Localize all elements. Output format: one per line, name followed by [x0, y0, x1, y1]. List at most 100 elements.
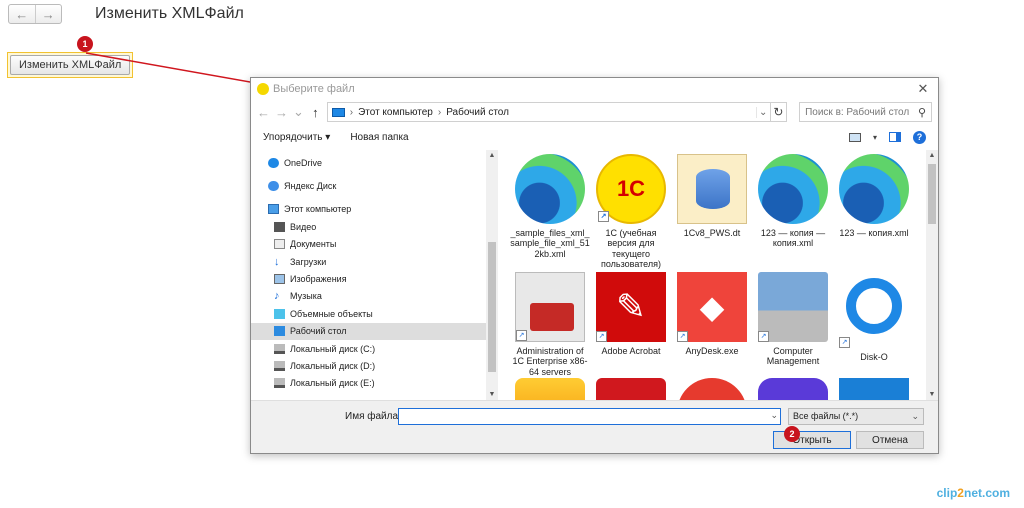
recent-chevron-icon[interactable]: ⌄ [293, 104, 304, 120]
nav-item-downloads[interactable]: ↓ Загрузки [251, 253, 498, 270]
view-chevron-icon[interactable]: ▾ [873, 133, 877, 142]
edge-icon [515, 154, 585, 224]
dialog-title: Выберите файл [273, 83, 355, 95]
file-label: 123 — копия — копия.xml [760, 228, 826, 249]
nav-label: OneDrive [284, 157, 323, 168]
computer-icon [268, 204, 279, 215]
file-label: 1Cv8_PWS.dt [683, 228, 741, 238]
nav-item-3d-objects[interactable]: Объемные объекты [251, 305, 498, 322]
download-arrow-icon: ↓ [274, 255, 280, 268]
nav-item-disk-e[interactable]: Локальный диск (E:) [251, 375, 498, 392]
up-arrow-icon[interactable]: ↑ [310, 105, 321, 120]
change-button-highlight: Изменить XMLФайл [7, 52, 134, 78]
file-label: 123 — копия.xml [839, 228, 909, 238]
nav-label: Локальный диск (E:) [290, 378, 375, 389]
refresh-icon[interactable]: ↻ [770, 102, 788, 122]
file-item[interactable] [591, 378, 671, 400]
nav-label: Объемные объекты [290, 308, 373, 319]
nav-item-pictures[interactable]: Изображения [251, 270, 498, 287]
breadcrumb-separator: › [437, 106, 442, 118]
chevron-down-icon[interactable]: ⌄ [755, 106, 770, 118]
nav-item-video[interactable]: Видео [251, 218, 498, 235]
view-options-icon[interactable] [848, 132, 861, 142]
anydesk-icon: ◆ ↗ [677, 272, 747, 342]
shortcut-arrow-icon: ↗ [758, 331, 769, 342]
nav-label: Рабочий стол [290, 326, 347, 337]
database-file-icon [677, 154, 747, 224]
forward-arrow-icon[interactable]: → [36, 5, 62, 23]
shortcut-arrow-icon: ↗ [516, 330, 527, 341]
breadcrumb-computer[interactable]: Этот компьютер [358, 107, 433, 118]
app-icon [758, 378, 828, 400]
file-type-select[interactable]: Все файлы (*.*) ⌄ [788, 408, 924, 425]
file-item[interactable]: 1Cv8_PWS.dt [672, 154, 752, 238]
nav-item-disk-c[interactable]: Локальный диск (C:) [251, 340, 498, 357]
file-item[interactable]: ↗ Disk-O [834, 272, 914, 362]
app-icon [677, 378, 747, 400]
search-input[interactable]: Поиск в: Рабочий стол ⚲ [799, 102, 932, 122]
1c-logo-icon [257, 83, 269, 95]
nav-item-this-pc[interactable]: Этот компьютер [251, 201, 498, 218]
scroll-up-icon[interactable]: ▲ [926, 152, 938, 159]
drive-icon [274, 343, 285, 354]
nav-item-yandex-disk[interactable]: Яндекс Диск [251, 177, 498, 194]
breadcrumb-separator: › [349, 106, 354, 118]
back-arrow-icon[interactable]: ← [257, 105, 270, 120]
nav-item-music[interactable]: ♪ Музыка [251, 288, 498, 305]
scroll-thumb[interactable] [928, 164, 936, 224]
nav-label: Локальный диск (D:) [290, 360, 376, 371]
1c-icon: 1С ↗ [596, 154, 666, 224]
watermark-text: net.com [963, 486, 1010, 500]
file-item[interactable] [753, 378, 833, 400]
nav-label: Документы [290, 239, 337, 250]
image-icon [274, 274, 285, 285]
scroll-down-icon[interactable]: ▼ [926, 391, 938, 398]
preview-pane-icon[interactable] [889, 132, 901, 142]
desktop-icon [274, 326, 285, 337]
forward-arrow-icon[interactable]: → [275, 105, 288, 120]
cancel-button[interactable]: Отмена [856, 431, 924, 449]
computer-icon [331, 107, 345, 117]
address-bar[interactable]: › Этот компьютер › Рабочий стол ⌄ [326, 102, 771, 122]
file-item[interactable]: ✎ ↗ Adobe Acrobat [591, 272, 671, 356]
shortcut-arrow-icon: ↗ [677, 331, 688, 342]
organize-menu[interactable]: Упорядочить ▾ [263, 132, 330, 143]
file-item[interactable]: ↗ Computer Management [753, 272, 833, 367]
change-xml-button[interactable]: Изменить XMLФайл [10, 55, 131, 75]
file-item[interactable]: 1С ↗ 1C (учебная версия для текущего поль… [591, 154, 671, 269]
nav-label: Локальный диск (C:) [290, 343, 376, 354]
scroll-down-icon[interactable]: ▼ [486, 391, 498, 398]
file-item[interactable] [834, 378, 914, 400]
scroll-thumb[interactable] [488, 242, 496, 372]
file-item[interactable] [672, 378, 752, 400]
file-label: _sample_files_xml_sample_file_xml_512kb.… [510, 228, 590, 259]
page-title: Изменить XMLФайл [95, 5, 244, 22]
breadcrumb-desktop[interactable]: Рабочий стол [446, 107, 509, 118]
watermark-logo: clip2net.com [937, 486, 1010, 500]
back-arrow-icon[interactable]: ← [9, 5, 36, 23]
nav-item-onedrive[interactable]: OneDrive [251, 154, 498, 171]
music-note-icon: ♪ [274, 290, 280, 303]
nav-label: Музыка [290, 291, 322, 302]
file-item[interactable]: 123 — копия.xml [834, 154, 914, 238]
close-icon[interactable]: ✕ [908, 81, 938, 97]
file-label: Computer Management [766, 346, 820, 367]
file-item[interactable]: ↗ Administration of 1C Enterprise x86-64… [510, 272, 590, 377]
chevron-down-icon[interactable]: ⌄ [770, 410, 778, 421]
nav-scrollbar[interactable]: ▲ ▼ [486, 150, 498, 400]
nav-item-documents[interactable]: Документы [251, 236, 498, 253]
file-item[interactable] [510, 378, 590, 400]
help-icon[interactable]: ? [913, 130, 926, 144]
file-scrollbar[interactable]: ▲ ▼ [926, 150, 938, 400]
file-item[interactable]: _sample_files_xml_sample_file_xml_512kb.… [510, 154, 590, 259]
file-item[interactable]: ◆ ↗ AnyDesk.exe [672, 272, 752, 356]
file-item[interactable]: 123 — копия — копия.xml [753, 154, 833, 249]
app-icon [596, 378, 666, 400]
file-label: 1C (учебная версия для текущего пользова… [601, 228, 661, 270]
nav-item-desktop[interactable]: Рабочий стол [251, 322, 498, 340]
acrobat-icon: ✎ ↗ [596, 272, 666, 342]
scroll-up-icon[interactable]: ▲ [486, 152, 498, 159]
new-folder-button[interactable]: Новая папка [350, 132, 408, 143]
filename-input[interactable]: ⌄ [398, 408, 781, 425]
nav-item-disk-d[interactable]: Локальный диск (D:) [251, 357, 498, 374]
